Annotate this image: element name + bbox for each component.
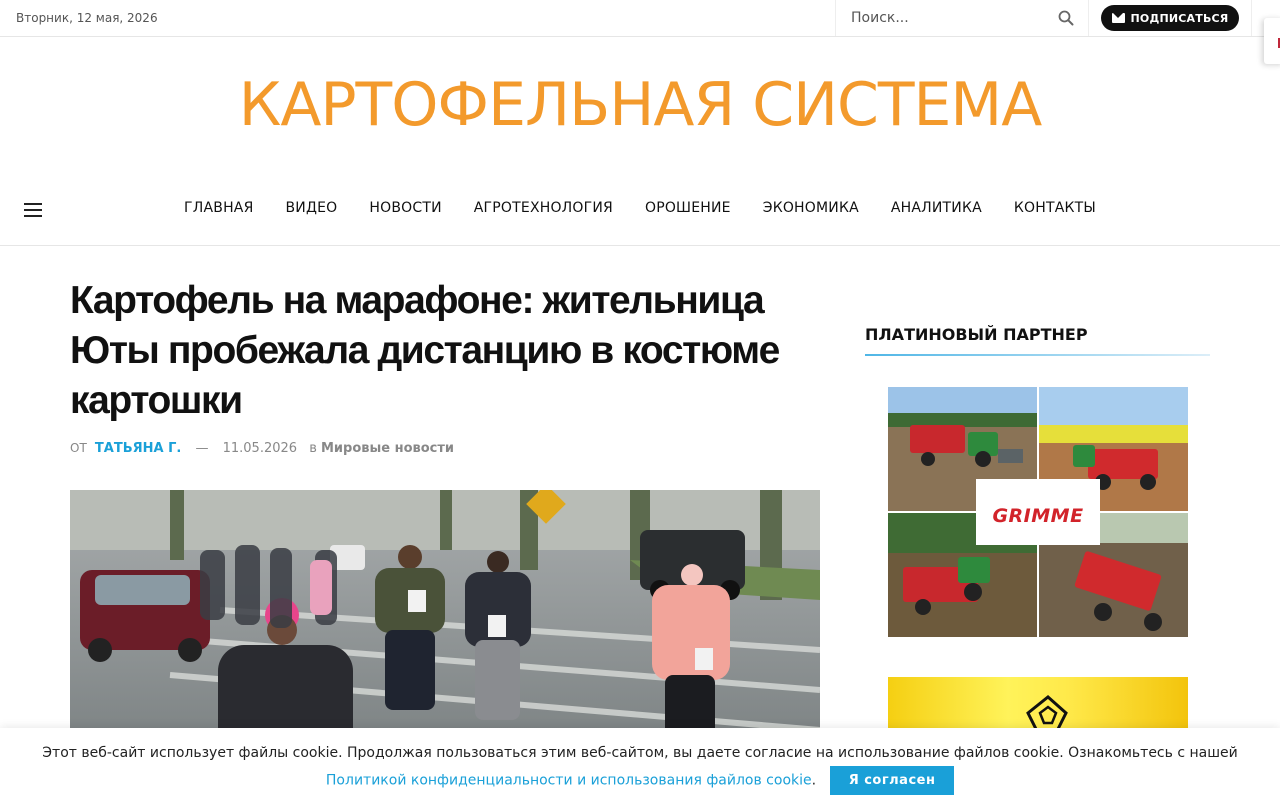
widget-title: ПЛАТИНОВЫЙ ПАРТНЕР [865,325,1088,344]
widget-underline [865,354,1210,356]
cookie-message: Этот веб-сайт использует файлы cookie. П… [30,740,1250,795]
search-box [835,0,1089,36]
cookie-text: Этот веб-сайт использует файлы cookie. П… [42,745,1238,761]
article-meta: ОТ ТАТЬЯНА Г. — 11.05.2026 в Мировые нов… [70,441,454,456]
author-link[interactable]: ТАТЬЯНА Г. [95,441,181,456]
subscribe-button[interactable]: ПОДПИСАТЬСЯ [1101,5,1239,31]
cookie-period: . [811,772,817,789]
accept-cookies-button[interactable]: Я согласен [830,766,955,795]
meta-separator: — [195,441,209,456]
partner-banner[interactable]: GRIMME [888,387,1188,637]
nav-item-economy[interactable]: ЭКОНОМИКА [763,200,859,216]
article-date: 11.05.2026 [222,441,298,456]
site-logo[interactable]: КАРТОФЕЛЬНАЯ СИСТЕМА [0,70,1280,140]
article-headline: Картофель на марафоне: жительница Юты пр… [70,279,780,422]
nav-item-analytics[interactable]: АНАЛИТИКА [891,200,982,216]
subscribe-label: ПОДПИСАТЬСЯ [1130,11,1229,25]
mail-icon [1111,13,1125,23]
main-nav: ГЛАВНАЯ ВИДЕО НОВОСТИ АГРОТЕХНОЛОГИЯ ОРО… [0,200,1280,216]
by-label: ОТ [70,441,87,455]
search-icon[interactable] [1058,10,1074,26]
nav-item-home[interactable]: ГЛАВНАЯ [184,200,253,216]
nav-item-contacts[interactable]: КОНТАКТЫ [1014,200,1096,216]
nav-item-video[interactable]: ВИДЕО [286,200,338,216]
article-hero-image[interactable] [70,490,820,750]
marathon-photo [70,490,820,750]
in-label: в [309,441,317,456]
divider [0,245,1280,246]
nav-item-news[interactable]: НОВОСТИ [369,200,441,216]
cookie-banner: Этот веб-сайт использует файлы cookie. П… [0,728,1280,800]
current-date: Вторник, 12 мая, 2026 [16,11,158,25]
privacy-policy-link[interactable]: Политикой конфиденциальности и использов… [326,773,812,789]
search-input[interactable] [851,9,1051,27]
top-bar: Вторник, 12 мая, 2026 ПОДПИСАТЬСЯ [0,0,1280,37]
side-flag-tab[interactable] [1264,18,1280,64]
divider [1251,0,1252,36]
category-link[interactable]: Мировые новости [321,441,454,456]
nav-item-irrigation[interactable]: ОРОШЕНИЕ [645,200,731,216]
nav-item-agrotech[interactable]: АГРОТЕХНОЛОГИЯ [474,200,613,216]
partner-logo: GRIMME [992,505,1084,527]
